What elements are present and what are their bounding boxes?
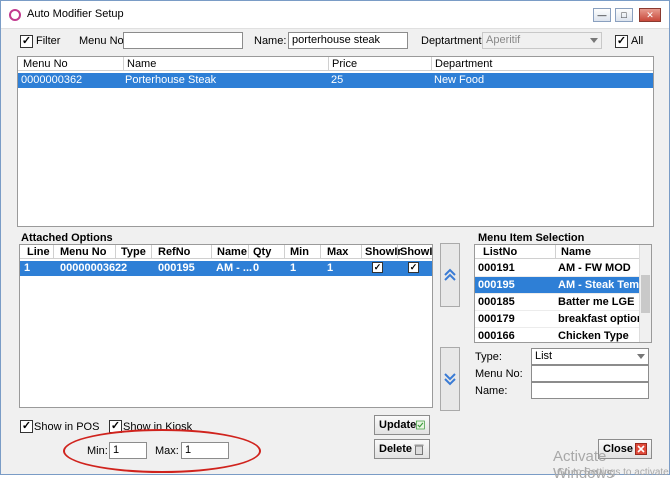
menu-item-selection-title: Menu Item Selection [478,232,585,244]
col-menu-no[interactable]: Menu No [23,58,68,70]
type-label: Type: [475,351,502,363]
auto-modifier-window: Auto Modifier Setup — □ ✕ ✓ Filter Menu … [0,0,670,482]
list-scrollbar[interactable] [639,245,651,342]
window-title: Auto Modifier Setup [27,8,124,20]
list-item[interactable]: 000179 breakfast options [475,311,651,328]
col-name[interactable]: Name [127,58,156,70]
table-row[interactable]: 0000000362 Porterhouse Steak 25 New Food [18,73,653,88]
menu-no-label-right: Menu No: [475,368,523,380]
list-item-name: AM - Steak Temp [558,279,646,291]
app-icon [9,9,21,21]
delete-button[interactable]: Delete [374,439,430,459]
list-item[interactable]: 000195 AM - Steak Temp [475,277,651,294]
name-label: Name: [254,35,287,47]
col-line[interactable]: Line [27,246,50,258]
show-in-pos-label: Show in POS [34,421,100,433]
close-icon[interactable]: ✕ [639,8,661,22]
col-refno[interactable]: RefNo [158,246,190,258]
grid-header: ListNo Name [475,245,651,259]
list-item-name: Chicken Type [558,330,629,342]
col-type[interactable]: Type [121,246,146,258]
table-row[interactable]: 1 0000000362 2 000195 AM - ... 0 1 1 ✓ ✓ [20,261,432,276]
menu-items-grid[interactable]: Menu No Name Price Department 0000000362… [17,56,654,227]
cell-min: 1 [290,262,297,274]
attached-options-title: Attached Options [21,232,113,244]
cell-line: 1 [24,262,31,274]
type-select[interactable]: List [531,348,649,365]
list-item[interactable]: 000166 Chicken Type [475,328,651,342]
cell-qty: 0 [253,262,260,274]
menu-item-selection-list[interactable]: ListNo Name 000191 AM - FW MOD 000195 AM… [474,244,652,343]
col-listno[interactable]: ListNo [483,246,517,258]
show-pos-cell-checkbox[interactable]: ✓ [372,262,383,273]
col-menu-no[interactable]: Menu No [60,246,106,258]
filter-checkbox[interactable]: ✓ [20,35,33,48]
menu-no-label: Menu No: [79,35,127,47]
listno: 000179 [478,313,515,325]
annotation-circle [63,429,261,473]
col-name[interactable]: Name [561,246,591,258]
menu-no-input[interactable] [123,32,243,49]
move-down-button[interactable] [440,347,460,411]
update-button[interactable]: Update [374,415,430,435]
activation-watermark-sub: Go to Settings to activate [557,467,669,478]
delete-label: Delete [379,443,413,455]
listno: 000185 [478,296,515,308]
col-min[interactable]: Min [290,246,309,258]
all-label: All [631,35,644,47]
col-department[interactable]: Department [435,58,492,70]
name-input-right[interactable] [531,382,649,399]
name-input[interactable]: porterhouse steak [288,32,408,49]
list-item[interactable]: 000185 Batter me LGE [475,294,651,311]
scroll-thumb[interactable] [641,275,650,313]
filter-label: Filter [36,35,61,47]
move-up-button[interactable] [440,243,460,307]
cell-type: 2 [121,262,128,274]
cell-menu-no: 0000000362 [21,74,83,86]
grid-header: Menu No Name Price Department [18,57,653,71]
col-name[interactable]: Name [217,246,247,258]
col-show-kiosk[interactable]: ShowIr [400,246,432,258]
grid-header: Line Menu No Type RefNo Name Qty Min Max… [20,245,432,259]
menu-no-input-right[interactable] [531,365,649,382]
cell-max: 1 [327,262,334,274]
title-bar[interactable]: Auto Modifier Setup — □ ✕ [1,1,669,29]
listno: 000166 [478,330,515,342]
show-kiosk-cell-checkbox[interactable]: ✓ [408,262,419,273]
type-value: List [535,350,553,362]
cell-department: New Food [434,74,485,86]
attached-options-grid[interactable]: Line Menu No Type RefNo Name Qty Min Max… [19,244,433,408]
list-item-name: AM - FW MOD [558,262,631,274]
name-label-right: Name: [475,385,508,397]
list-item-name: breakfast options [558,313,650,325]
listno: 000195 [478,279,515,291]
list-item[interactable]: 000191 AM - FW MOD [475,260,651,277]
update-icon [416,420,425,430]
cell-name: Porterhouse Steak [125,74,217,86]
col-max[interactable]: Max [327,246,348,258]
all-checkbox[interactable]: ✓ [615,35,628,48]
show-in-pos-checkbox[interactable]: ✓ [20,420,33,433]
col-qty[interactable]: Qty [253,246,271,258]
double-chevron-up-icon [444,268,456,281]
department-select[interactable]: Aperitif [482,32,602,49]
col-price[interactable]: Price [332,58,357,70]
listno: 000191 [478,262,515,274]
department-value: Aperitif [486,34,521,46]
trash-icon [414,444,424,455]
department-label: Deptartment: [421,35,485,47]
update-label: Update [379,419,417,431]
cell-refno: 000195 [158,262,195,274]
list-item-name: Batter me LGE [558,296,635,308]
chevron-down-icon [590,38,598,43]
chevron-down-icon [637,354,645,359]
minimize-icon[interactable]: — [593,8,611,22]
cell-price: 25 [331,74,344,86]
maximize-icon[interactable]: □ [615,8,633,22]
cell-name: AM - ... [216,262,253,274]
cell-menu-no: 0000000362 [60,262,122,274]
double-chevron-down-icon [444,373,456,386]
